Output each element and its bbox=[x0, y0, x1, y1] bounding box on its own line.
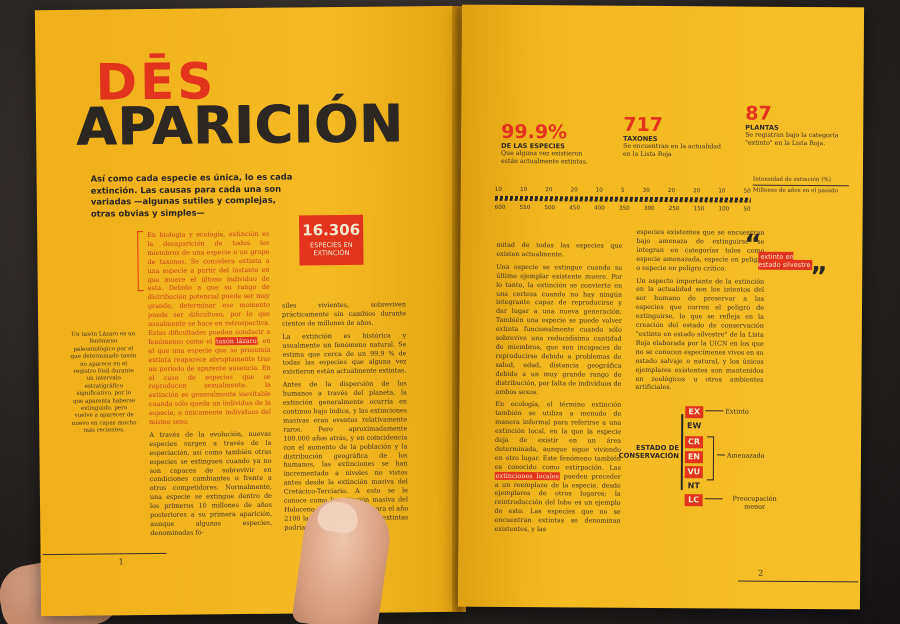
stat-taxa-text: Se encuentran en la actualidad en la Lis… bbox=[623, 142, 721, 158]
stat-plants-number: 87 bbox=[745, 102, 772, 125]
column-1: En biología y ecología, extinción es la … bbox=[147, 230, 272, 542]
scale-bottom-label: 150 bbox=[693, 206, 705, 213]
scale-top-label: 20 bbox=[570, 187, 578, 194]
highlight-extinciones-locales: extinciones locales bbox=[494, 471, 560, 480]
label-extinct: Extinto bbox=[725, 407, 749, 416]
page-number-left: 1 bbox=[118, 557, 124, 567]
scale-top-label: 20 bbox=[667, 188, 676, 195]
connector-least bbox=[704, 498, 723, 500]
connector-extinct bbox=[705, 410, 724, 412]
scale-legend-time: Millones de años en el pasado bbox=[752, 187, 839, 195]
page-number-right: 2 bbox=[758, 568, 764, 578]
stat-species: 99.9% DE LAS ESPECIES Que alguna vez exi… bbox=[500, 120, 601, 166]
connector-threatened-line bbox=[716, 454, 725, 456]
scale-top-label: 5 bbox=[620, 187, 625, 194]
col3-para-3b: pueden preceder a un reemplazo de la esp… bbox=[494, 471, 621, 534]
scale-bottom-label: 600 bbox=[494, 204, 506, 211]
status-ex: EX bbox=[685, 406, 704, 419]
scale-top-label: 20 bbox=[545, 187, 553, 194]
scale-bottom-label: 400 bbox=[594, 205, 605, 212]
scale-legend: Intensidad de extinción (%) Millones de … bbox=[752, 176, 849, 196]
scale-bottom-label: 300 bbox=[643, 205, 655, 212]
scale-bottom-label: 350 bbox=[619, 205, 630, 212]
stat-plants: 87 PLANTAS Se registran bajo la categorí… bbox=[745, 102, 845, 148]
column-3: mitad de todas las especies que existen … bbox=[494, 241, 622, 539]
highlight-taxon-lazaro: taxón lázaro bbox=[214, 336, 258, 346]
status-cr: CR bbox=[685, 436, 704, 449]
photo-scene: DĒS APARICIÓN Así como cada especie es ú… bbox=[0, 0, 900, 624]
col3-para-1: mitad de todas las especies que existen … bbox=[496, 240, 623, 259]
col2-para-1: siles vivientes, sobreviven prácticament… bbox=[281, 300, 407, 328]
scale-bottom-label: 250 bbox=[668, 206, 680, 213]
status-vu: VU bbox=[684, 466, 703, 479]
col3-para-3: En ecología, el término extinción tambié… bbox=[494, 400, 622, 472]
status-nt: NT bbox=[687, 481, 700, 491]
status-en: EN bbox=[684, 451, 703, 464]
pull-quote: extinto en estado silvestre bbox=[758, 251, 814, 271]
title-bottom: APARICIÓN bbox=[75, 94, 404, 158]
col1-para-1b: , en el que una especie que se presumía … bbox=[148, 336, 272, 427]
scale-top-label: 20 bbox=[693, 188, 701, 195]
stat-plants-text: Se registran bajo la categoría "extinto"… bbox=[745, 131, 839, 147]
footer-rule bbox=[42, 552, 167, 556]
scale-bottom-row: 600 550 500 450 400 350 300 250 150 100 … bbox=[495, 205, 751, 213]
col1-para-1: En biología y ecología, extinción es la … bbox=[147, 229, 271, 346]
scale-bottom-label: 50 bbox=[743, 206, 751, 213]
stat-box: 16.306 ESPECIES EN EXTINCIÓN bbox=[299, 214, 364, 266]
stat-number: 16.306 bbox=[302, 220, 361, 240]
stat-taxa: 717 TAXONES Se encuentran en la actualid… bbox=[623, 113, 727, 159]
scale-top-label: 10 bbox=[494, 186, 502, 193]
stat-taxa-number: 717 bbox=[623, 113, 664, 137]
intro-text: Así como cada especie es única, lo es ca… bbox=[90, 171, 293, 219]
label-least-concern: Preocupación menor bbox=[732, 494, 777, 511]
red-bracket bbox=[137, 231, 144, 292]
left-page: DĒS APARICIÓN Así como cada especie es ú… bbox=[34, 5, 460, 617]
scale-bottom-label: 100 bbox=[718, 206, 730, 213]
col1-para-2: A través de la evolución, nuevas especie… bbox=[149, 429, 273, 537]
footer-rule-right bbox=[738, 580, 859, 583]
extinction-scale: 10 10 20 20 10 5 30 20 20 10 50 600 550 … bbox=[495, 187, 751, 223]
col4-para-2: Un aspecto importante de la extinción en… bbox=[635, 276, 765, 392]
scale-bar bbox=[494, 195, 751, 203]
status-lc: LC bbox=[684, 494, 703, 507]
stat-label: ESPECIES EN EXTINCIÓN bbox=[309, 240, 353, 258]
col3-para-2: Una especie se extingue cuando su último… bbox=[495, 262, 623, 396]
scale-legend-intensity: Intensidad de extinción (%) bbox=[752, 176, 849, 187]
scale-top-label: 10 bbox=[718, 188, 726, 195]
scale-top-label: 10 bbox=[595, 187, 603, 194]
right-page: 99.9% DE LAS ESPECIES Que alguna vez exi… bbox=[457, 4, 865, 610]
quote-close: ” bbox=[810, 262, 828, 293]
stat-species-number: 99.9% bbox=[501, 120, 568, 144]
pull-quote-text: extinto en estado silvestre bbox=[758, 251, 813, 271]
scale-bottom-label: 500 bbox=[544, 205, 556, 212]
label-threatened: Amenazado bbox=[726, 451, 765, 460]
side-note: Un taxón Lázaro es un fenómeno paleontol… bbox=[70, 331, 137, 434]
stat-species-text: Que alguna vez existieron están actualme… bbox=[500, 149, 588, 166]
scale-bottom-label: 550 bbox=[519, 205, 531, 212]
col2-para-2: La extinción es histórica y usualmente u… bbox=[282, 331, 407, 376]
scale-top-label: 10 bbox=[520, 187, 528, 194]
scale-top-label: 50 bbox=[743, 188, 751, 195]
connector-threatened bbox=[706, 436, 715, 481]
status-bracket bbox=[680, 414, 684, 491]
scale-top-row: 10 10 20 20 10 5 30 20 20 10 50 bbox=[495, 187, 751, 195]
scale-bottom-label: 450 bbox=[569, 205, 581, 212]
status-title: ESTADO DE CONSERVACIÓN bbox=[618, 443, 680, 461]
scale-top-label: 30 bbox=[642, 187, 650, 194]
status-ew: EW bbox=[686, 421, 702, 431]
